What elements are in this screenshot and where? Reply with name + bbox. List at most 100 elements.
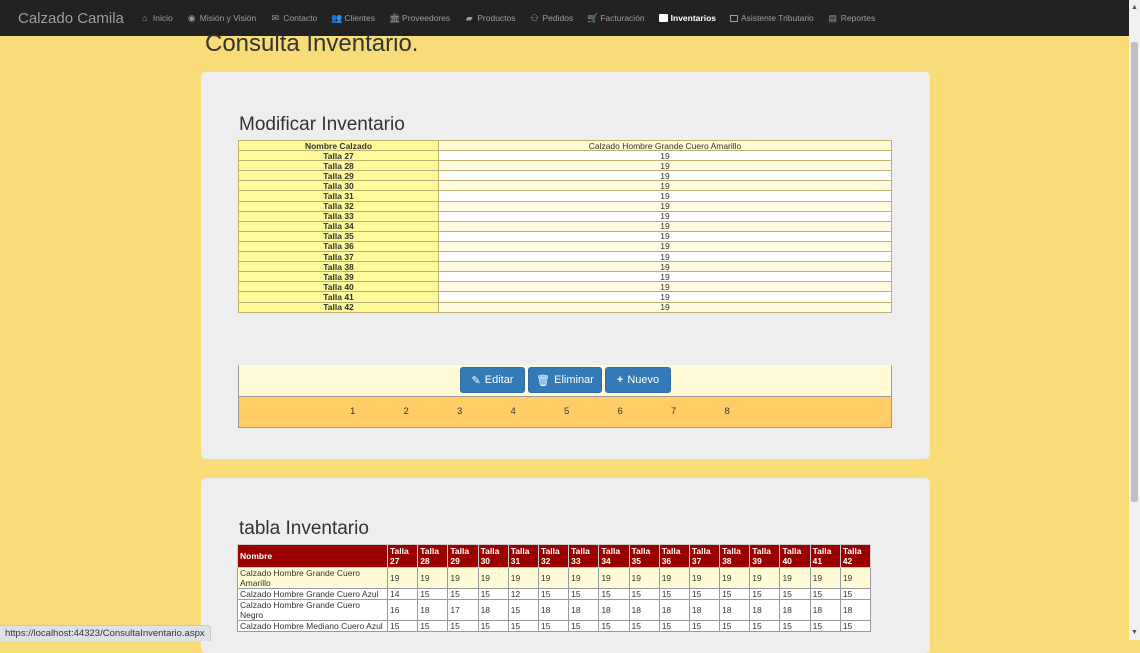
inventory-icon xyxy=(658,14,668,22)
column-header-talla[interactable]: Talla 35 xyxy=(628,544,660,568)
detail-value: 19 xyxy=(438,251,892,263)
nav-item-productos[interactable]: ▰ Productos xyxy=(464,13,516,24)
page-link-7[interactable]: 7 xyxy=(671,406,676,417)
column-header-talla[interactable]: Talla 36 xyxy=(658,544,690,568)
detail-row: Talla 29 19 xyxy=(238,170,892,182)
nav-item-misi-n-y-visi-n[interactable]: ◉ Misión y Visión xyxy=(187,13,257,24)
column-header-talla[interactable]: Talla 29 xyxy=(447,544,479,568)
trash-icon: 🗑 xyxy=(536,374,551,387)
column-header-talla[interactable]: Talla 27 xyxy=(386,544,419,568)
cell-talla-value: 14 xyxy=(386,588,419,600)
column-header-talla[interactable]: Talla 40 xyxy=(779,544,811,568)
cell-talla-value: 18 xyxy=(417,599,449,621)
column-header-talla[interactable]: Talla 42 xyxy=(839,544,872,568)
detail-value: 19 xyxy=(438,271,892,283)
detail-label: Talla 30 xyxy=(238,180,439,192)
delete-button-label: Eliminar xyxy=(554,374,594,386)
cell-talla-value: 15 xyxy=(628,620,660,632)
column-header-talla[interactable]: Talla 32 xyxy=(537,544,570,568)
nav-item-label: Reportes xyxy=(840,13,876,23)
page-link-6[interactable]: 6 xyxy=(618,406,623,417)
detail-label: Talla 28 xyxy=(238,160,439,172)
cell-talla-value: 15 xyxy=(749,620,781,632)
column-header-talla[interactable]: Talla 31 xyxy=(507,544,539,568)
detail-row: Talla 30 19 xyxy=(238,180,892,192)
nav-item-clientes[interactable]: 👥 Clientes xyxy=(331,13,375,24)
cell-talla-value: 19 xyxy=(719,567,751,589)
cell-talla-value: 19 xyxy=(658,567,690,589)
cell-talla-value: 19 xyxy=(839,567,872,589)
home-icon: ⌂ xyxy=(142,13,148,23)
nav-item-inventarios[interactable]: Inventarios xyxy=(658,13,716,23)
cell-talla-value: 18 xyxy=(477,599,509,621)
cell-talla-value: 15 xyxy=(537,620,570,632)
brand-link[interactable]: Calzado Camila xyxy=(18,10,124,27)
nav-item-pedidos[interactable]: ⚇ Pedidos xyxy=(530,13,574,24)
column-header-talla[interactable]: Talla 39 xyxy=(749,544,781,568)
page-link-4[interactable]: 4 xyxy=(511,406,516,417)
cell-talla-value: 15 xyxy=(719,588,751,600)
nav-item-label: Productos xyxy=(477,13,516,23)
page-link-2[interactable]: 2 xyxy=(404,406,409,417)
nav-item-inicio[interactable]: ⌂ Inicio xyxy=(140,13,173,23)
cart-icon: 🛒 xyxy=(587,12,599,23)
nav-item-label: Clientes xyxy=(344,13,376,23)
column-header-talla[interactable]: Talla 33 xyxy=(568,544,600,568)
detail-row: Talla 41 19 xyxy=(238,291,892,303)
nav-item-asistente-tributario[interactable]: Asistente Tributario xyxy=(730,13,814,23)
page-link-3[interactable]: 3 xyxy=(457,406,462,417)
edit-button-label: Editar xyxy=(484,374,514,386)
cell-talla-value: 15 xyxy=(537,588,570,600)
column-header-talla[interactable]: Talla 30 xyxy=(477,544,509,568)
detail-row: Talla 38 19 xyxy=(238,261,892,273)
modify-inventory-title: Modificar Inventario xyxy=(239,114,405,135)
cell-talla-value: 15 xyxy=(507,620,539,632)
page-link-1[interactable]: 1 xyxy=(350,406,355,417)
page-link-8[interactable]: 8 xyxy=(725,406,730,417)
edit-button[interactable]: ✎ Editar xyxy=(460,367,525,393)
page-link-5[interactable]: 5 xyxy=(564,406,569,417)
nav-item-reportes[interactable]: ▤ Reportes xyxy=(828,13,876,24)
scroll-down-arrow-icon[interactable]: ▼ xyxy=(1129,627,1140,638)
nav-item-contacto[interactable]: ✉ Contacto xyxy=(270,12,318,24)
cell-talla-value: 15 xyxy=(839,620,872,632)
institution-icon: 🏛 xyxy=(389,12,401,23)
scroll-up-arrow-icon[interactable]: ▲ xyxy=(1129,2,1140,13)
nav-item-label: Pedidos xyxy=(542,13,574,23)
detail-row: Talla 33 19 xyxy=(238,210,892,222)
column-header-talla[interactable]: Talla 38 xyxy=(719,544,751,568)
calendar-icon xyxy=(730,14,739,22)
cell-talla-value: 15 xyxy=(598,620,630,632)
detail-value: Calzado Hombre Grande Cuero Amarillo xyxy=(438,139,892,152)
table-row: Calzado Hombre Grande Cuero Negro 16 18 17 1… xyxy=(237,599,872,621)
cell-talla-value: 15 xyxy=(809,620,841,632)
nav-item-facturaci-n[interactable]: 🛒 Facturación xyxy=(587,13,644,24)
vertical-scrollbar[interactable]: ▲ ▼ xyxy=(1129,0,1140,640)
cell-talla-value: 19 xyxy=(628,567,660,589)
delete-button[interactable]: 🗑 Eliminar xyxy=(528,367,602,393)
column-header-talla[interactable]: Talla 41 xyxy=(809,544,841,568)
detail-label: Talla 36 xyxy=(238,240,439,253)
cell-talla-value: 15 xyxy=(658,588,690,600)
cell-talla-value: 19 xyxy=(447,567,479,589)
inventory-table-panel: tabla Inventario Nombre Talla 27 Talla 28 T… xyxy=(201,478,930,653)
cell-talla-value: 15 xyxy=(598,588,630,600)
column-header-talla[interactable]: Talla 34 xyxy=(598,544,630,568)
detail-row: Talla 39 19 xyxy=(238,271,892,283)
nav-item-label: Inicio xyxy=(152,13,173,23)
envelope-icon: ✉ xyxy=(271,12,280,23)
detail-row: Talla 31 19 xyxy=(238,190,892,202)
cell-talla-value: 15 xyxy=(749,588,781,600)
column-header-talla[interactable]: Talla 28 xyxy=(417,544,449,568)
column-header-nombre[interactable]: Nombre xyxy=(237,544,388,568)
column-header-talla[interactable]: Talla 37 xyxy=(688,544,721,568)
cell-talla-value: 15 xyxy=(417,588,449,600)
nav-item-label: Misión y Visión xyxy=(199,13,257,23)
detail-row: Talla 40 19 xyxy=(238,281,892,293)
cell-talla-value: 15 xyxy=(628,588,660,600)
nav-item-proveedores[interactable]: 🏛 Proveedores xyxy=(389,13,450,24)
scrollbar-thumb[interactable] xyxy=(1131,42,1138,502)
cell-talla-value: 19 xyxy=(417,567,449,589)
new-button[interactable]: + Nuevo xyxy=(605,367,671,393)
detail-value: 19 xyxy=(438,190,892,202)
